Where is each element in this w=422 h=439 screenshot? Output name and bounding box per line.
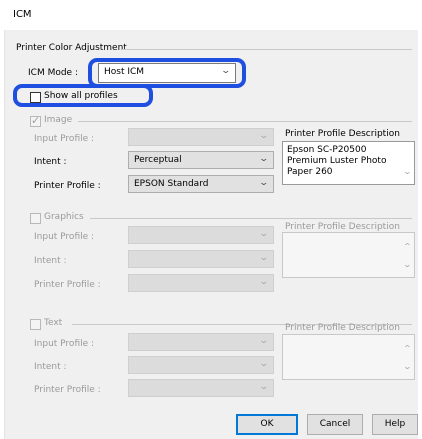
cancel-button[interactable]: Cancel	[307, 414, 363, 435]
icm-mode-label: ICM Mode :	[28, 68, 78, 78]
scroll-down-icon[interactable]: ⌄	[403, 260, 412, 269]
graphics-printer-profile-label: Printer Profile :	[34, 280, 101, 290]
window-title: ICM	[13, 9, 32, 20]
text-description-label: Printer Profile Description	[285, 323, 400, 333]
chevron-down-icon: ⌄	[258, 277, 270, 287]
graphics-separator	[90, 218, 412, 219]
check-icon: ✓	[31, 114, 41, 127]
text-printer-profile-label: Printer Profile :	[34, 385, 101, 395]
group-separator	[122, 49, 412, 50]
image-description-label: Printer Profile Description	[285, 129, 400, 139]
graphics-label: Graphics	[44, 212, 84, 222]
text-intent-select[interactable]: ⌄	[128, 356, 274, 374]
image-printer-profile-select[interactable]: EPSON Standard ⌄	[128, 175, 274, 193]
image-input-profile-label: Input Profile :	[34, 134, 95, 144]
image-printer-profile-value: EPSON Standard	[134, 179, 209, 189]
chevron-down-icon: ⌄	[258, 229, 270, 239]
scroll-up-icon[interactable]: ⌃	[403, 344, 412, 353]
chevron-down-icon: ⌄	[258, 382, 270, 392]
scroll-down-icon[interactable]: ⌄	[403, 167, 412, 176]
image-label: Image	[44, 115, 73, 125]
show-all-profiles-highlight	[13, 84, 153, 107]
text-description-box[interactable]: ⌃ ⌄	[282, 334, 415, 380]
graphics-intent-label: Intent :	[34, 256, 67, 266]
graphics-input-profile-label: Input Profile :	[34, 232, 95, 242]
graphics-description-label: Printer Profile Description	[285, 222, 400, 232]
image-checkbox[interactable]: ✓	[30, 114, 41, 127]
text-printer-profile-select[interactable]: ⌄	[128, 379, 274, 397]
image-separator	[78, 121, 412, 122]
group-title: Printer Color Adjustment	[16, 43, 127, 53]
chevron-down-icon: ⌄	[258, 131, 270, 141]
graphics-printer-profile-select[interactable]: ⌄	[128, 274, 274, 292]
scroll-down-icon[interactable]: ⌄	[403, 362, 412, 371]
chevron-down-icon: ⌄	[258, 178, 270, 188]
image-intent-value: Perceptual	[134, 155, 182, 165]
image-printer-profile-label: Printer Profile :	[34, 181, 101, 191]
title-bar	[0, 0, 422, 30]
image-intent-label: Intent :	[34, 157, 67, 167]
chevron-down-icon: ⌄	[258, 253, 270, 263]
image-description-text: Epson SC-P20500 Premium Luster Photo Pap…	[287, 145, 387, 177]
chevron-down-icon: ⌄	[258, 336, 270, 346]
text-input-profile-select[interactable]: ⌄	[128, 333, 274, 351]
text-input-profile-label: Input Profile :	[34, 339, 95, 349]
graphics-description-box[interactable]: ⌃ ⌄	[282, 232, 415, 278]
text-label: Text	[44, 318, 63, 328]
graphics-intent-select[interactable]: ⌄	[128, 250, 274, 268]
graphics-checkbox[interactable]	[30, 213, 41, 224]
scroll-up-icon[interactable]: ⌃	[403, 242, 412, 251]
text-checkbox[interactable]	[30, 319, 41, 330]
image-description-box[interactable]: Epson SC-P20500 Premium Luster Photo Pap…	[282, 141, 415, 185]
ok-button[interactable]: OK	[236, 414, 298, 435]
help-button[interactable]: Help	[372, 414, 418, 435]
image-intent-select[interactable]: Perceptual ⌄	[128, 151, 274, 169]
chevron-down-icon: ⌄	[258, 154, 270, 164]
chevron-down-icon: ⌄	[258, 359, 270, 369]
graphics-input-profile-select[interactable]: ⌄	[128, 226, 274, 244]
image-input-profile-select[interactable]: ⌄	[128, 128, 274, 146]
text-intent-label: Intent :	[34, 362, 67, 372]
